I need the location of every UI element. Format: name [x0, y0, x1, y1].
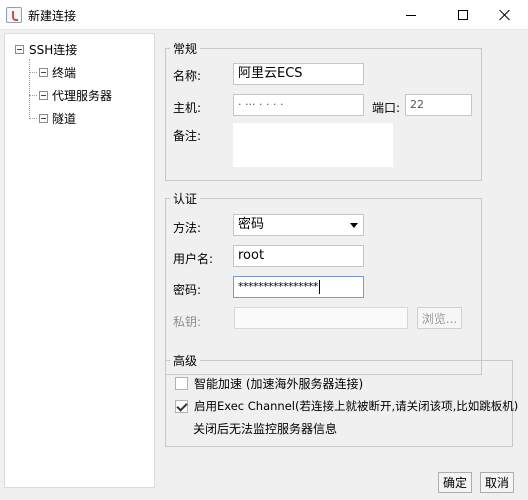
dialog-body: SSH连接 终端 代理服务器 隧道 常规 名称: 阿里云ECS 主机: · ··… [0, 30, 528, 500]
tree-node-icon [39, 90, 48, 100]
private-key-label: 私钥: [173, 315, 202, 329]
smart-accel-checkbox-row[interactable]: 智能加速 (加速海外服务器连接) [175, 375, 363, 392]
advanced-legend: 高级 [173, 354, 198, 368]
cancel-button[interactable]: 取消 [480, 472, 514, 493]
username-input[interactable]: root [233, 245, 364, 267]
collapse-icon[interactable] [15, 44, 24, 54]
smart-accel-checkbox[interactable] [175, 377, 188, 390]
method-label: 方法: [173, 221, 202, 235]
username-label: 用户名: [173, 252, 214, 266]
smart-accel-label: 智能加速 (加速海外服务器连接) [194, 377, 364, 391]
exec-channel-checkbox[interactable] [175, 399, 188, 413]
tree-item-label: 代理服务器 [52, 88, 113, 103]
tree-item-label: SSH连接 [29, 42, 78, 57]
window-title: 新建连接 [28, 9, 77, 23]
exec-channel-checkbox-row[interactable]: 启用Exec Channel(若连接上就被断开,请关闭该项,比如跳板机) [175, 398, 518, 414]
title-bar: 新建连接 [0, 0, 528, 30]
name-label: 名称: [173, 69, 202, 83]
tree-item-label: 终端 [52, 65, 77, 80]
java-app-icon [6, 7, 22, 23]
close-icon [499, 9, 511, 21]
browse-button[interactable]: 浏览... [417, 307, 462, 329]
minimize-icon [406, 14, 416, 16]
minimize-button[interactable] [388, 0, 434, 30]
auth-method-value: 密码 [238, 217, 265, 232]
private-key-input[interactable] [234, 307, 408, 329]
tree-item-ssh[interactable]: SSH连接 [15, 40, 77, 58]
maximize-button[interactable] [440, 0, 486, 30]
tree-node-icon [39, 67, 48, 77]
tree-node-icon [39, 113, 48, 123]
password-mask: **************** [238, 280, 319, 293]
maximize-icon [458, 10, 468, 20]
ok-button[interactable]: 确定 [438, 472, 472, 493]
note-label: 备注: [173, 129, 202, 143]
port-input[interactable]: 22 [405, 94, 472, 116]
close-button[interactable] [482, 0, 528, 30]
exec-channel-label: 启用Exec Channel(若连接上就被断开,请关闭该项,比如跳板机) [194, 399, 519, 413]
general-legend: 常规 [173, 42, 198, 56]
note-textarea[interactable] [233, 123, 393, 167]
tree-item-terminal[interactable]: 终端 [29, 63, 76, 81]
text-caret [319, 280, 320, 294]
tree-item-label: 隧道 [52, 111, 77, 126]
port-label: 端口: [372, 101, 401, 115]
dropdown-arrow-icon [350, 223, 358, 228]
host-label: 主机: [173, 101, 202, 115]
name-input[interactable]: 阿里云ECS [233, 63, 364, 85]
tree-item-proxy[interactable]: 代理服务器 [29, 86, 112, 104]
settings-tree: SSH连接 终端 代理服务器 隧道 [4, 33, 155, 488]
password-label: 密码: [173, 283, 202, 297]
auth-method-select[interactable]: 密码 [233, 214, 364, 236]
host-input[interactable]: · ··· · · · · [233, 94, 364, 116]
password-input[interactable]: **************** [233, 276, 364, 298]
exec-channel-note: 关闭后无法监控服务器信息 [193, 422, 338, 436]
tree-item-tunnel[interactable]: 隧道 [29, 109, 76, 127]
auth-legend: 认证 [173, 192, 198, 206]
